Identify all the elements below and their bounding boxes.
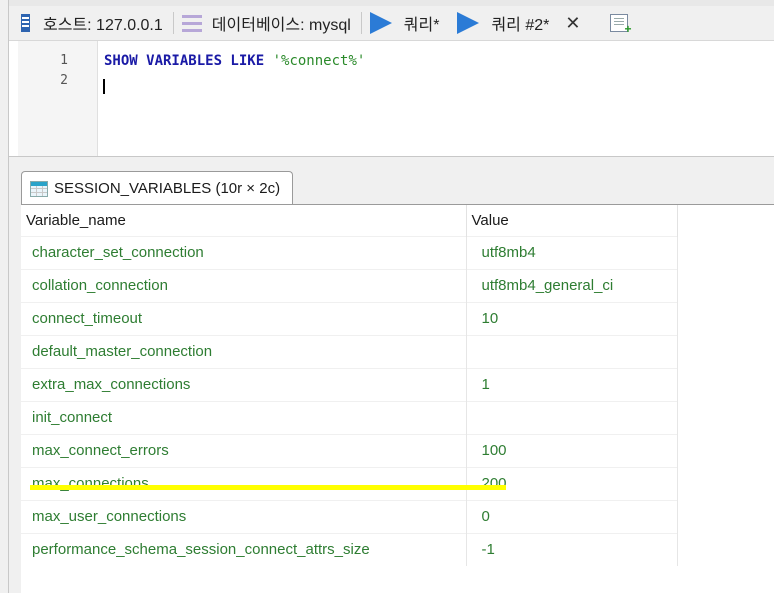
column-header-variable-name[interactable]: Variable_name bbox=[21, 205, 467, 236]
sql-editor[interactable]: 1 2 SHOW VARIABLES LIKE '%connect%' bbox=[9, 40, 774, 157]
cell-value[interactable] bbox=[466, 334, 678, 368]
table-row[interactable]: collation_connection utf8mb4_general_ci bbox=[21, 268, 678, 302]
cell-variable-name[interactable]: collation_connection bbox=[21, 268, 467, 302]
close-tab-icon[interactable]: ✕ bbox=[565, 13, 580, 34]
cell-value[interactable]: 10 bbox=[466, 301, 678, 335]
table-row[interactable]: max_connections 200 bbox=[21, 466, 678, 500]
cell-value[interactable]: 1 bbox=[466, 367, 678, 401]
line-number: 2 bbox=[60, 73, 68, 88]
tab-database-label: 데이터베이스: mysql bbox=[211, 17, 351, 34]
sql-line-1: SHOW VARIABLES LIKE '%connect%' bbox=[104, 51, 365, 71]
cell-value[interactable]: 0 bbox=[466, 499, 678, 533]
result-grid[interactable]: Variable_name Value character_set_connec… bbox=[21, 204, 774, 593]
cell-value[interactable]: 100 bbox=[466, 433, 678, 467]
cell-variable-name[interactable]: default_master_connection bbox=[21, 334, 467, 368]
left-panel-border bbox=[0, 0, 9, 593]
cell-value[interactable]: utf8mb4_general_ci bbox=[466, 268, 678, 302]
cell-value[interactable] bbox=[466, 400, 678, 434]
line-number: 1 bbox=[60, 53, 68, 68]
sql-string-literal: '%connect%' bbox=[272, 53, 366, 69]
grid-table-icon bbox=[30, 180, 48, 197]
table-row[interactable]: extra_max_connections 1 bbox=[21, 367, 678, 401]
table-row[interactable]: default_master_connection bbox=[21, 334, 678, 368]
server-icon bbox=[17, 14, 33, 32]
cell-variable-name[interactable]: max_user_connections bbox=[21, 499, 467, 533]
table-header-row: Variable_name Value bbox=[21, 205, 678, 236]
result-table: Variable_name Value character_set_connec… bbox=[21, 205, 678, 566]
table-row[interactable]: init_connect bbox=[21, 400, 678, 434]
cell-variable-name[interactable]: character_set_connection bbox=[21, 235, 467, 269]
new-query-tab-icon[interactable] bbox=[610, 14, 631, 36]
tab-query-1[interactable]: 쿼리* bbox=[362, 6, 450, 40]
sql-keywords: SHOW VARIABLES LIKE bbox=[104, 53, 265, 69]
cell-variable-name[interactable]: extra_max_connections bbox=[21, 367, 467, 401]
cell-variable-name[interactable]: connect_timeout bbox=[21, 301, 467, 335]
tab-query-2[interactable]: 쿼리 #2* ✕ bbox=[449, 6, 590, 40]
query-tab-bar: 호스트: 127.0.0.1 데이터베이스: mysql 쿼리* 쿼리 #2* … bbox=[9, 6, 774, 40]
cell-value[interactable]: 200 bbox=[466, 466, 678, 500]
result-panel: SESSION_VARIABLES (10r × 2c) Variable_na… bbox=[9, 157, 774, 593]
result-tab-session-variables[interactable]: SESSION_VARIABLES (10r × 2c) bbox=[21, 171, 294, 205]
cell-variable-name[interactable]: performance_schema_session_connect_attrs… bbox=[21, 532, 467, 566]
tab-host-label: 호스트: 127.0.0.1 bbox=[43, 17, 163, 34]
cell-variable-name[interactable]: max_connections bbox=[21, 466, 467, 500]
tab-query-2-label: 쿼리 #2* bbox=[491, 17, 550, 34]
table-row[interactable]: max_connect_errors 100 bbox=[21, 433, 678, 467]
text-caret bbox=[103, 79, 105, 94]
cell-variable-name[interactable]: max_connect_errors bbox=[21, 433, 467, 467]
cell-value[interactable]: -1 bbox=[466, 532, 678, 566]
column-header-value[interactable]: Value bbox=[466, 205, 678, 236]
line-number-gutter: 1 2 bbox=[18, 41, 98, 156]
play-icon bbox=[457, 12, 480, 34]
cell-variable-name[interactable]: init_connect bbox=[21, 400, 467, 434]
database-icon bbox=[181, 14, 202, 32]
cell-value[interactable]: utf8mb4 bbox=[466, 235, 678, 269]
tab-database[interactable]: 데이터베이스: mysql bbox=[174, 6, 361, 40]
table-row[interactable]: max_user_connections 0 bbox=[21, 499, 678, 533]
tab-host[interactable]: 호스트: 127.0.0.1 bbox=[9, 6, 173, 40]
play-icon bbox=[369, 12, 392, 34]
table-row[interactable]: connect_timeout 10 bbox=[21, 301, 678, 335]
result-tab-label: SESSION_VARIABLES (10r × 2c) bbox=[54, 180, 281, 197]
table-row[interactable]: performance_schema_session_connect_attrs… bbox=[21, 532, 678, 566]
table-row[interactable]: character_set_connection utf8mb4 bbox=[21, 235, 678, 269]
tab-query-1-label: 쿼리* bbox=[403, 17, 440, 34]
